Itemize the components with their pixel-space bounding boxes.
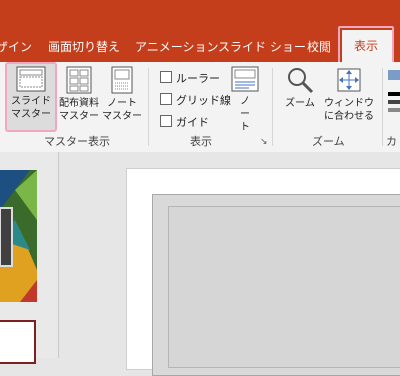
slide-master-icon xyxy=(16,66,46,92)
fit-to-window-label-line1: ウィンドウ xyxy=(324,98,374,109)
zoom-button[interactable]: ズーム xyxy=(280,66,320,110)
handout-master-icon xyxy=(66,66,92,94)
guides-checkbox[interactable]: ガイド xyxy=(160,114,209,130)
color-grayscale-icon[interactable] xyxy=(388,70,400,118)
tab-transitions[interactable]: 画面切り替え xyxy=(48,38,120,55)
zoom-label: ズーム xyxy=(285,98,315,109)
notes-master-icon xyxy=(111,66,133,94)
magnifier-icon xyxy=(288,68,314,94)
group-separator xyxy=(148,68,149,146)
slide-master-label-line2: マスター xyxy=(11,109,51,120)
notes-label-line2: ー xyxy=(240,109,250,120)
ribbon-tab-bar: デザイン 画面切り替え アニメーション スライド ショー 校閲 表示 xyxy=(0,30,400,62)
tab-review[interactable]: 校閲 xyxy=(307,38,331,55)
master-view-group-label: マスター表示 xyxy=(44,135,110,148)
slide-inner-placeholder[interactable] xyxy=(168,206,400,368)
fit-to-window-label-line2: に合わせる xyxy=(324,111,374,122)
group-separator xyxy=(382,68,383,146)
notes-icon xyxy=(231,66,259,92)
dialog-launcher-icon[interactable]: ↘ xyxy=(260,137,268,147)
fit-to-window-icon xyxy=(337,68,361,92)
guides-checkbox-box[interactable] xyxy=(160,115,172,127)
guides-checkbox-label: ガイド xyxy=(176,116,209,129)
handout-master-label-line2: マスター xyxy=(59,111,99,122)
notes-label-line1: ノ xyxy=(240,96,250,107)
gridlines-checkbox-label: グリッド線 xyxy=(176,94,231,107)
group-separator xyxy=(272,68,273,146)
gridlines-checkbox[interactable]: グリッド線 xyxy=(160,92,231,108)
notes-master-label-line1: ノート xyxy=(107,98,137,109)
notes-button[interactable]: ノ ー ト xyxy=(230,66,260,134)
slide-master-button[interactable]: スライド マスター xyxy=(8,66,54,121)
notes-master-button[interactable]: ノート マスター xyxy=(102,66,142,123)
handout-master-button[interactable]: 配布資料 マスター xyxy=(56,66,102,123)
fit-to-window-button[interactable]: ウィンドウ に合わせる xyxy=(320,66,378,123)
show-group-label: 表示 xyxy=(190,135,212,148)
selected-slide-thumbnail[interactable] xyxy=(0,320,36,364)
zoom-group-label: ズーム xyxy=(312,135,345,148)
slide-master-label-line1: スライド xyxy=(11,96,51,107)
notes-master-label-line2: マスター xyxy=(102,111,142,122)
ruler-checkbox-label: ルーラー xyxy=(176,72,220,85)
ruler-checkbox-box[interactable] xyxy=(160,71,172,83)
title-bar xyxy=(0,0,400,30)
master-thumbnail-graphic[interactable] xyxy=(0,170,37,302)
tab-design[interactable]: デザイン xyxy=(0,38,32,55)
ruler-checkbox[interactable]: ルーラー xyxy=(160,70,220,86)
tab-animations[interactable]: アニメーション xyxy=(135,38,219,55)
notes-label-line3: ト xyxy=(240,122,250,133)
gridlines-checkbox-box[interactable] xyxy=(160,93,172,105)
tab-slideshow[interactable]: スライド ショー xyxy=(218,38,306,55)
tab-view[interactable]: 表示 xyxy=(342,30,392,62)
handout-master-label-line1: 配布資料 xyxy=(59,98,99,109)
